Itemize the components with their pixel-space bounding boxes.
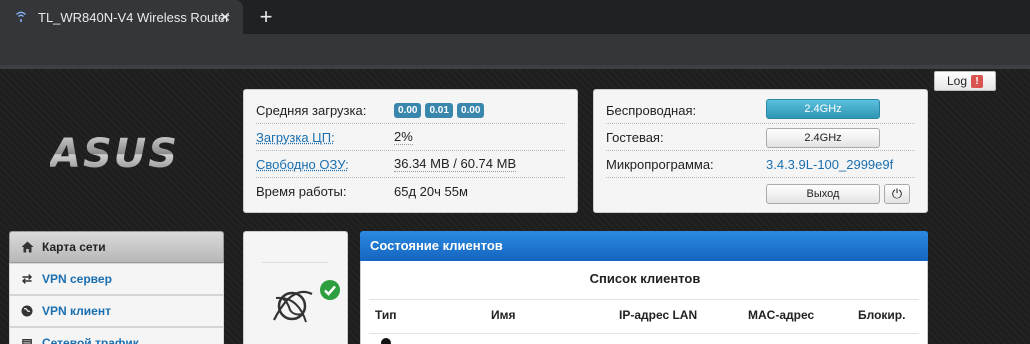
log-label: Log: [946, 74, 968, 88]
uptime-row: Время работы: 65д 20ч 55м: [256, 178, 565, 205]
sidebar-item-vpn-client[interactable]: VPN клиент: [9, 295, 224, 327]
new-tab-button[interactable]: +: [256, 5, 276, 29]
firmware-row: Микропрограмма: 3.4.3.9L-100_2999e9f: [606, 151, 915, 178]
col-name[interactable]: Имя: [491, 308, 516, 322]
client-type-icon: [381, 338, 391, 344]
network-map-panel: [243, 231, 348, 344]
cpu-link[interactable]: Загрузка ЦП:: [256, 130, 394, 145]
map-divider: [262, 262, 328, 263]
power-icon[interactable]: ⏻: [884, 184, 910, 204]
browser-toolbar: [0, 34, 1030, 68]
firmware-label: Микропрограмма:: [606, 156, 714, 172]
close-icon[interactable]: ✕: [217, 9, 233, 25]
log-button[interactable]: Log !: [934, 71, 996, 91]
load-average-row: Средняя загрузка: 0.00 0.01 0.00: [256, 97, 565, 124]
globe-icon: [20, 304, 34, 318]
col-mac[interactable]: MAC-адрес: [748, 308, 814, 322]
browser-tab[interactable]: TL_WR840N-V4 Wireless Router ✕: [0, 0, 243, 34]
col-ip[interactable]: IP-адрес LAN: [619, 308, 697, 322]
clients-list-panel: Список клиентов Тип Имя IP-адрес LAN MAC…: [360, 261, 928, 344]
wireless-panel: Беспроводная: 2.4GHz Гостевая: 2.4GHz Ми…: [593, 89, 928, 213]
wireless-2g-button[interactable]: 2.4GHz: [766, 99, 880, 119]
log-alert-badge: !: [971, 74, 984, 88]
guest-2g-button[interactable]: 2.4GHz: [766, 128, 880, 148]
uptime-label: Время работы:: [256, 184, 347, 199]
tab-title: TL_WR840N-V4 Wireless Router: [38, 9, 230, 25]
firmware-link[interactable]: 3.4.3.9L-100_2999e9f: [766, 157, 893, 172]
browser-tab-bar: TL_WR840N-V4 Wireless Router ✕ +: [0, 0, 1030, 34]
internet-globe-icon[interactable]: [268, 276, 326, 328]
sidebar-item-traffic[interactable]: ▤ Сетевой трафик: [9, 327, 224, 344]
logout-button[interactable]: Выход: [766, 184, 880, 204]
load-badge-1: 0.00: [394, 102, 422, 118]
cpu-value: 2%: [394, 129, 413, 145]
sidebar-item-vpn-server[interactable]: ⇄ VPN сервер: [9, 263, 224, 295]
sidebar-item-label: Сетевой трафик: [42, 336, 139, 344]
load-badge-5: 0.01: [425, 102, 453, 118]
ram-row: Свободно ОЗУ: 36.34 MB / 60.74 MB: [256, 151, 565, 178]
connected-check-icon: [320, 280, 340, 300]
clients-status-header: Состояние клиентов: [360, 231, 928, 261]
router-page: ASUS Log ! Средняя загрузка: 0.00 0.01 0…: [0, 69, 1030, 344]
load-average-label: Средняя загрузка:: [256, 102, 367, 118]
asus-logo: ASUS: [50, 129, 190, 179]
load-badge-15: 0.00: [456, 102, 485, 118]
sidebar-item-label: Карта сети: [42, 240, 106, 254]
wireless-label: Беспроводная:: [606, 102, 697, 118]
sidebar-item-label: VPN сервер: [42, 272, 112, 286]
cpu-row: Загрузка ЦП: 2%: [256, 124, 565, 151]
ram-link[interactable]: Свободно ОЗУ:: [256, 157, 394, 172]
sidebar-item-label: VPN клиент: [42, 304, 111, 318]
clients-list-caption: Список клиентов: [589, 271, 701, 286]
wifi-icon: [14, 10, 32, 25]
clients-header-divider: [369, 333, 919, 334]
uptime-value: 65д 20ч 55м: [394, 184, 468, 199]
system-status-panel: Средняя загрузка: 0.00 0.01 0.00 Загрузк…: [243, 89, 578, 213]
ram-value: 36.34 MB / 60.74 MB: [394, 156, 517, 172]
col-type[interactable]: Тип: [375, 308, 397, 322]
sidebar-item-network-map[interactable]: Карта сети: [9, 231, 224, 263]
guest-label: Гостевая:: [606, 129, 664, 145]
home-icon: [20, 240, 34, 254]
col-block[interactable]: Блокир.: [858, 308, 905, 322]
swap-icon: ⇄: [21, 272, 33, 286]
clients-divider: [369, 299, 919, 300]
chart-icon: ▤: [21, 336, 33, 344]
